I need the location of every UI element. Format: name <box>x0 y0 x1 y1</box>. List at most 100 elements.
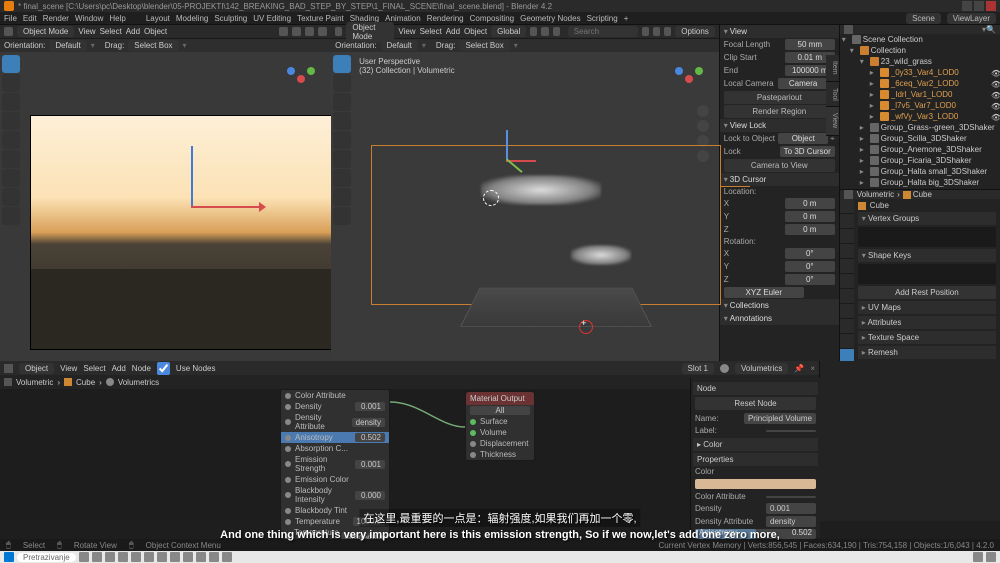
vertex-groups-panel[interactable]: Vertex Groups <box>858 212 996 225</box>
workspace-add[interactable]: + <box>624 14 629 23</box>
tool-move[interactable] <box>2 93 20 111</box>
overlays-icon[interactable] <box>642 27 649 36</box>
crumb-mat[interactable]: Volumetrics <box>118 378 159 387</box>
xray-icon[interactable] <box>653 27 660 36</box>
np-color-swatch[interactable] <box>695 479 816 489</box>
ptab-data[interactable] <box>840 349 854 361</box>
workspace-geonodes[interactable]: Geometry Nodes <box>520 14 580 23</box>
close-button[interactable] <box>986 1 996 11</box>
use-nodes-checkbox[interactable] <box>157 362 170 375</box>
workspace-sculpting[interactable]: Sculpting <box>214 14 247 23</box>
cursor-ry[interactable]: 0° <box>785 261 835 272</box>
rendered-preview[interactable] <box>30 115 350 350</box>
rightview-menu-view[interactable]: View <box>398 27 415 36</box>
render-region-check[interactable]: Render Region <box>724 105 835 118</box>
ptab-modifiers[interactable] <box>840 289 854 303</box>
rightview-menu-object[interactable]: Object <box>464 27 487 36</box>
props-mesh-name[interactable]: Cube <box>870 201 889 210</box>
taskbar-app[interactable] <box>170 552 180 562</box>
texture-space-panel[interactable]: Texture Space <box>858 331 996 344</box>
attributes-panel[interactable]: Attributes <box>858 316 996 329</box>
start-button[interactable] <box>4 552 14 562</box>
ntab-tool[interactable]: Tool <box>826 82 839 108</box>
taskbar-app[interactable] <box>118 552 128 562</box>
taskbar-app[interactable] <box>209 552 219 562</box>
tool-scale[interactable] <box>2 131 20 149</box>
outliner-search-icon[interactable]: 🔍 <box>986 25 996 34</box>
close-icon[interactable]: × <box>810 364 815 373</box>
reset-node-button[interactable]: Reset Node <box>695 397 816 410</box>
tool-rotate[interactable] <box>2 112 20 130</box>
density-attr-value[interactable]: density <box>352 418 385 427</box>
ptab-output[interactable] <box>840 214 854 228</box>
node-section-head[interactable]: Node <box>693 382 818 395</box>
tool-cursor-r[interactable] <box>333 74 351 92</box>
workspace-texpaint[interactable]: Texture Paint <box>297 14 344 23</box>
uv-maps-panel[interactable]: UV Maps <box>858 301 996 314</box>
eye-icon[interactable]: 👁 <box>991 91 998 98</box>
outliner-group-1[interactable]: ▸Group_Scilla_3DShaker <box>840 133 1000 144</box>
outliner-item-3[interactable]: ▸_l7v5_Var7_LOD0👁 <box>840 100 1000 111</box>
vertex-groups-list[interactable] <box>858 227 996 247</box>
emission-strength-value[interactable]: 0.001 <box>355 460 385 469</box>
taskbar-app[interactable] <box>79 552 89 562</box>
shading-wireframe-icon[interactable] <box>279 27 288 36</box>
outliner-collection[interactable]: ▾Collection <box>840 45 1000 56</box>
ptab-scene[interactable] <box>840 244 854 258</box>
options-dropdown[interactable]: Options <box>675 26 715 37</box>
outliner-group-3[interactable]: ▸Group_Ficaria_3DShaker <box>840 155 1000 166</box>
transform-orientation[interactable]: Global <box>491 26 526 37</box>
tool-cursor[interactable] <box>2 74 20 92</box>
ptab-world[interactable] <box>840 259 854 273</box>
outliner-group-5[interactable]: ▸Group_Halta big_3DShaker <box>840 177 1000 188</box>
orientation-select-right[interactable]: Default <box>381 40 418 51</box>
ptab-particles[interactable] <box>840 304 854 318</box>
menu-edit[interactable]: Edit <box>23 14 37 23</box>
tool-move-r[interactable] <box>333 93 351 111</box>
node-label-field[interactable] <box>766 430 816 432</box>
search-input[interactable] <box>568 26 638 37</box>
taskbar-app[interactable] <box>222 552 232 562</box>
props-breadcrumb-cube[interactable]: Cube <box>913 190 932 199</box>
workspace-modeling[interactable]: Modeling <box>176 14 208 23</box>
outliner-group-4[interactable]: ▸Group_Halta small_3DShaker <box>840 166 1000 177</box>
3d-cursor-head[interactable]: 3D Cursor <box>720 173 839 186</box>
local-camera-field[interactable]: Camera <box>778 78 828 89</box>
lock-object-field[interactable]: Object <box>778 133 828 144</box>
props-editor-icon[interactable] <box>844 190 853 199</box>
density-value[interactable]: 0.001 <box>355 402 385 411</box>
output-target[interactable]: All <box>470 406 530 415</box>
ptab-viewlayer[interactable] <box>840 229 854 243</box>
blackbody-int-value[interactable]: 0.000 <box>355 491 385 500</box>
ground-plane[interactable] <box>460 288 652 327</box>
volumetric-clouds[interactable] <box>481 175 601 205</box>
crumb-obj[interactable]: Volumetric <box>16 378 53 387</box>
lock-3dcursor[interactable]: To 3D Cursor <box>780 146 835 157</box>
pin-icon[interactable]: 📌 <box>794 364 804 373</box>
ptab-object[interactable] <box>840 274 854 288</box>
taskbar-app[interactable] <box>196 552 206 562</box>
slot-select[interactable]: Slot 1 <box>682 363 714 374</box>
orientation-select-left[interactable]: Default <box>49 40 86 51</box>
cursor-z[interactable]: 0 m <box>785 224 835 235</box>
mode-select-left[interactable]: Object Mode <box>17 26 74 37</box>
volumetric-clouds-small[interactable] <box>571 245 631 265</box>
annotations-head[interactable]: Annotations <box>720 312 839 325</box>
workspace-scripting[interactable]: Scripting <box>587 14 618 23</box>
cursor-y[interactable]: 0 m <box>785 211 835 222</box>
ptab-physics[interactable] <box>840 319 854 333</box>
tray-icon[interactable] <box>973 552 983 562</box>
ntab-item[interactable]: Item <box>826 55 839 82</box>
tool-rotate-r[interactable] <box>333 112 351 130</box>
tool-transform-r[interactable] <box>333 150 351 168</box>
3d-cursor-icon[interactable] <box>579 320 591 332</box>
focal-length-field[interactable]: 50 mm <box>785 39 835 50</box>
drag-select-left[interactable]: Select Box <box>128 40 178 51</box>
taskbar-app[interactable] <box>144 552 154 562</box>
shape-keys-list[interactable] <box>858 264 996 284</box>
rightview-menu-add[interactable]: Add <box>446 27 460 36</box>
nav-gizmo-right[interactable] <box>675 61 711 97</box>
snap-icon[interactable] <box>541 27 548 36</box>
shader-editor-icon[interactable] <box>4 364 13 373</box>
nav-gizmo-left[interactable] <box>287 61 323 97</box>
